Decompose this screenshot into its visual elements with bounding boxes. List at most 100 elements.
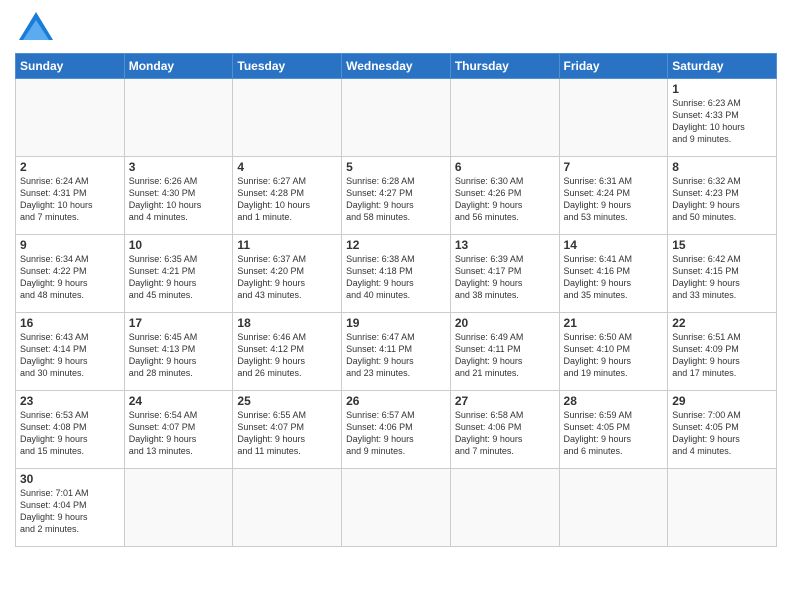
calendar-cell bbox=[16, 79, 125, 157]
day-number: 21 bbox=[564, 316, 664, 330]
calendar-cell: 1Sunrise: 6:23 AM Sunset: 4:33 PM Daylig… bbox=[668, 79, 777, 157]
day-number: 20 bbox=[455, 316, 555, 330]
day-info: Sunrise: 6:41 AM Sunset: 4:16 PM Dayligh… bbox=[564, 253, 664, 302]
day-info: Sunrise: 6:57 AM Sunset: 4:06 PM Dayligh… bbox=[346, 409, 446, 458]
week-row-5: 30Sunrise: 7:01 AM Sunset: 4:04 PM Dayli… bbox=[16, 469, 777, 547]
day-info: Sunrise: 6:47 AM Sunset: 4:11 PM Dayligh… bbox=[346, 331, 446, 380]
day-info: Sunrise: 6:49 AM Sunset: 4:11 PM Dayligh… bbox=[455, 331, 555, 380]
day-header-tuesday: Tuesday bbox=[233, 54, 342, 79]
day-number: 15 bbox=[672, 238, 772, 252]
calendar-cell: 16Sunrise: 6:43 AM Sunset: 4:14 PM Dayli… bbox=[16, 313, 125, 391]
week-row-1: 2Sunrise: 6:24 AM Sunset: 4:31 PM Daylig… bbox=[16, 157, 777, 235]
calendar-cell bbox=[342, 79, 451, 157]
day-number: 10 bbox=[129, 238, 229, 252]
calendar-cell: 17Sunrise: 6:45 AM Sunset: 4:13 PM Dayli… bbox=[124, 313, 233, 391]
day-number: 9 bbox=[20, 238, 120, 252]
day-number: 14 bbox=[564, 238, 664, 252]
page-container: SundayMondayTuesdayWednesdayThursdayFrid… bbox=[0, 0, 792, 552]
calendar-cell: 27Sunrise: 6:58 AM Sunset: 4:06 PM Dayli… bbox=[450, 391, 559, 469]
day-number: 12 bbox=[346, 238, 446, 252]
day-header-monday: Monday bbox=[124, 54, 233, 79]
calendar-cell: 25Sunrise: 6:55 AM Sunset: 4:07 PM Dayli… bbox=[233, 391, 342, 469]
day-header-wednesday: Wednesday bbox=[342, 54, 451, 79]
day-header-thursday: Thursday bbox=[450, 54, 559, 79]
day-info: Sunrise: 6:45 AM Sunset: 4:13 PM Dayligh… bbox=[129, 331, 229, 380]
day-number: 16 bbox=[20, 316, 120, 330]
day-info: Sunrise: 6:38 AM Sunset: 4:18 PM Dayligh… bbox=[346, 253, 446, 302]
day-number: 29 bbox=[672, 394, 772, 408]
calendar-header-row: SundayMondayTuesdayWednesdayThursdayFrid… bbox=[16, 54, 777, 79]
day-number: 27 bbox=[455, 394, 555, 408]
day-info: Sunrise: 6:51 AM Sunset: 4:09 PM Dayligh… bbox=[672, 331, 772, 380]
calendar-cell: 21Sunrise: 6:50 AM Sunset: 4:10 PM Dayli… bbox=[559, 313, 668, 391]
day-number: 3 bbox=[129, 160, 229, 174]
day-info: Sunrise: 6:32 AM Sunset: 4:23 PM Dayligh… bbox=[672, 175, 772, 224]
calendar-table: SundayMondayTuesdayWednesdayThursdayFrid… bbox=[15, 53, 777, 547]
day-info: Sunrise: 6:58 AM Sunset: 4:06 PM Dayligh… bbox=[455, 409, 555, 458]
day-info: Sunrise: 6:37 AM Sunset: 4:20 PM Dayligh… bbox=[237, 253, 337, 302]
week-row-0: 1Sunrise: 6:23 AM Sunset: 4:33 PM Daylig… bbox=[16, 79, 777, 157]
day-info: Sunrise: 6:34 AM Sunset: 4:22 PM Dayligh… bbox=[20, 253, 120, 302]
day-info: Sunrise: 6:26 AM Sunset: 4:30 PM Dayligh… bbox=[129, 175, 229, 224]
header bbox=[15, 10, 777, 48]
calendar-cell: 20Sunrise: 6:49 AM Sunset: 4:11 PM Dayli… bbox=[450, 313, 559, 391]
calendar-cell: 4Sunrise: 6:27 AM Sunset: 4:28 PM Daylig… bbox=[233, 157, 342, 235]
calendar-cell: 28Sunrise: 6:59 AM Sunset: 4:05 PM Dayli… bbox=[559, 391, 668, 469]
day-number: 22 bbox=[672, 316, 772, 330]
calendar-cell: 14Sunrise: 6:41 AM Sunset: 4:16 PM Dayli… bbox=[559, 235, 668, 313]
calendar-cell: 5Sunrise: 6:28 AM Sunset: 4:27 PM Daylig… bbox=[342, 157, 451, 235]
calendar-cell bbox=[233, 79, 342, 157]
week-row-3: 16Sunrise: 6:43 AM Sunset: 4:14 PM Dayli… bbox=[16, 313, 777, 391]
day-info: Sunrise: 6:27 AM Sunset: 4:28 PM Dayligh… bbox=[237, 175, 337, 224]
day-info: Sunrise: 6:50 AM Sunset: 4:10 PM Dayligh… bbox=[564, 331, 664, 380]
calendar-cell: 2Sunrise: 6:24 AM Sunset: 4:31 PM Daylig… bbox=[16, 157, 125, 235]
day-info: Sunrise: 6:53 AM Sunset: 4:08 PM Dayligh… bbox=[20, 409, 120, 458]
day-number: 4 bbox=[237, 160, 337, 174]
calendar-cell bbox=[233, 469, 342, 547]
day-number: 2 bbox=[20, 160, 120, 174]
calendar-cell: 8Sunrise: 6:32 AM Sunset: 4:23 PM Daylig… bbox=[668, 157, 777, 235]
calendar-cell bbox=[124, 79, 233, 157]
day-number: 13 bbox=[455, 238, 555, 252]
day-number: 19 bbox=[346, 316, 446, 330]
calendar-cell: 7Sunrise: 6:31 AM Sunset: 4:24 PM Daylig… bbox=[559, 157, 668, 235]
day-info: Sunrise: 6:31 AM Sunset: 4:24 PM Dayligh… bbox=[564, 175, 664, 224]
calendar-cell bbox=[668, 469, 777, 547]
day-number: 24 bbox=[129, 394, 229, 408]
day-number: 11 bbox=[237, 238, 337, 252]
day-number: 25 bbox=[237, 394, 337, 408]
calendar-cell: 26Sunrise: 6:57 AM Sunset: 4:06 PM Dayli… bbox=[342, 391, 451, 469]
day-info: Sunrise: 6:46 AM Sunset: 4:12 PM Dayligh… bbox=[237, 331, 337, 380]
calendar-cell bbox=[559, 79, 668, 157]
day-number: 17 bbox=[129, 316, 229, 330]
day-number: 26 bbox=[346, 394, 446, 408]
day-number: 8 bbox=[672, 160, 772, 174]
day-info: Sunrise: 6:23 AM Sunset: 4:33 PM Dayligh… bbox=[672, 97, 772, 146]
logo-icon bbox=[15, 10, 57, 48]
day-info: Sunrise: 7:01 AM Sunset: 4:04 PM Dayligh… bbox=[20, 487, 120, 536]
day-info: Sunrise: 7:00 AM Sunset: 4:05 PM Dayligh… bbox=[672, 409, 772, 458]
calendar-cell: 11Sunrise: 6:37 AM Sunset: 4:20 PM Dayli… bbox=[233, 235, 342, 313]
calendar-cell bbox=[450, 79, 559, 157]
week-row-4: 23Sunrise: 6:53 AM Sunset: 4:08 PM Dayli… bbox=[16, 391, 777, 469]
day-info: Sunrise: 6:55 AM Sunset: 4:07 PM Dayligh… bbox=[237, 409, 337, 458]
calendar-cell: 18Sunrise: 6:46 AM Sunset: 4:12 PM Dayli… bbox=[233, 313, 342, 391]
calendar-cell bbox=[342, 469, 451, 547]
day-info: Sunrise: 6:28 AM Sunset: 4:27 PM Dayligh… bbox=[346, 175, 446, 224]
calendar-cell: 15Sunrise: 6:42 AM Sunset: 4:15 PM Dayli… bbox=[668, 235, 777, 313]
day-info: Sunrise: 6:43 AM Sunset: 4:14 PM Dayligh… bbox=[20, 331, 120, 380]
day-info: Sunrise: 6:39 AM Sunset: 4:17 PM Dayligh… bbox=[455, 253, 555, 302]
day-info: Sunrise: 6:59 AM Sunset: 4:05 PM Dayligh… bbox=[564, 409, 664, 458]
calendar-cell: 13Sunrise: 6:39 AM Sunset: 4:17 PM Dayli… bbox=[450, 235, 559, 313]
day-number: 18 bbox=[237, 316, 337, 330]
week-row-2: 9Sunrise: 6:34 AM Sunset: 4:22 PM Daylig… bbox=[16, 235, 777, 313]
day-info: Sunrise: 6:35 AM Sunset: 4:21 PM Dayligh… bbox=[129, 253, 229, 302]
day-number: 5 bbox=[346, 160, 446, 174]
day-number: 28 bbox=[564, 394, 664, 408]
calendar-cell: 22Sunrise: 6:51 AM Sunset: 4:09 PM Dayli… bbox=[668, 313, 777, 391]
calendar-cell: 23Sunrise: 6:53 AM Sunset: 4:08 PM Dayli… bbox=[16, 391, 125, 469]
day-number: 30 bbox=[20, 472, 120, 486]
calendar-cell: 29Sunrise: 7:00 AM Sunset: 4:05 PM Dayli… bbox=[668, 391, 777, 469]
day-info: Sunrise: 6:42 AM Sunset: 4:15 PM Dayligh… bbox=[672, 253, 772, 302]
day-header-sunday: Sunday bbox=[16, 54, 125, 79]
